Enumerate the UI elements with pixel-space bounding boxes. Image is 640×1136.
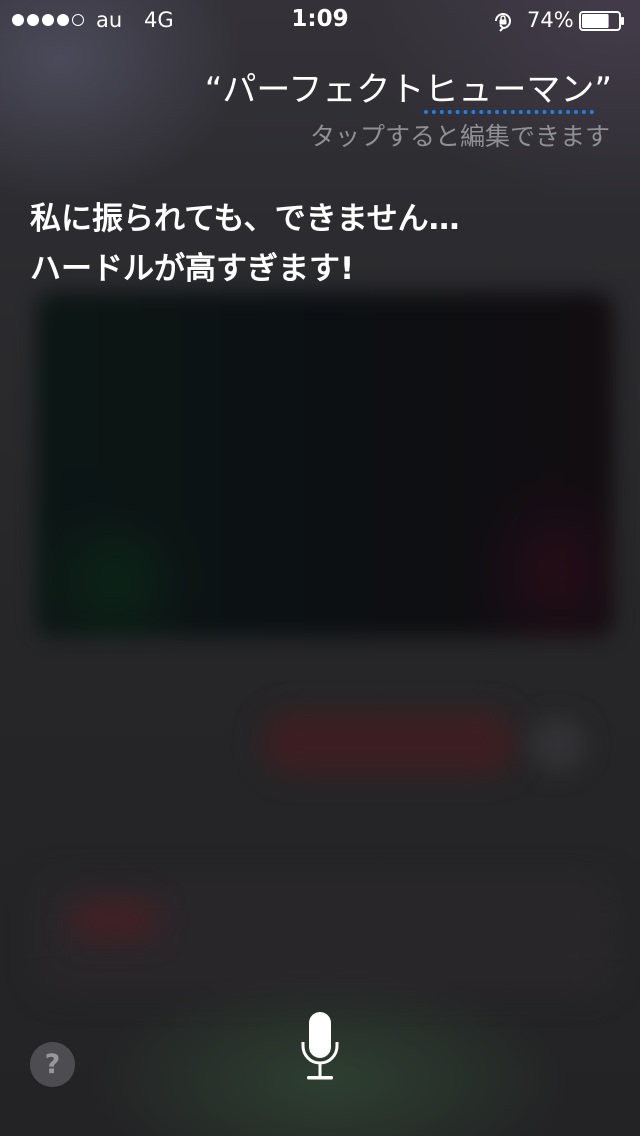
siri-response: 私に振られても、できません…ハードルが高すぎます! bbox=[30, 201, 460, 287]
siri-screen: au 4G 1:09 74% “パーフェクトヒューマン” タップすると編集できま… bbox=[0, 0, 640, 1136]
recognized-speech[interactable]: “パーフェクトヒューマン” bbox=[204, 62, 612, 114]
open-quote: “ bbox=[204, 70, 223, 110]
help-button[interactable]: ? bbox=[30, 1042, 75, 1087]
microphone-icon[interactable] bbox=[296, 1008, 344, 1086]
blurred-background-pill bbox=[262, 712, 517, 774]
close-quote: ” bbox=[594, 70, 612, 110]
query-text: パーフェクト bbox=[222, 70, 425, 110]
blurred-background-dot bbox=[530, 716, 586, 772]
blurred-background-card bbox=[36, 292, 614, 637]
question-mark-icon: ? bbox=[44, 1049, 61, 1080]
blurred-background-spot bbox=[70, 900, 160, 940]
uncertain-word[interactable]: ヒューマン bbox=[424, 70, 595, 114]
orientation-lock-icon bbox=[495, 13, 511, 32]
battery-icon bbox=[579, 11, 624, 31]
tap-to-edit-hint[interactable]: タップすると編集できます bbox=[310, 117, 610, 153]
battery-percent: 74% bbox=[527, 8, 574, 32]
status-bar: au 4G 1:09 74% bbox=[0, 0, 640, 40]
